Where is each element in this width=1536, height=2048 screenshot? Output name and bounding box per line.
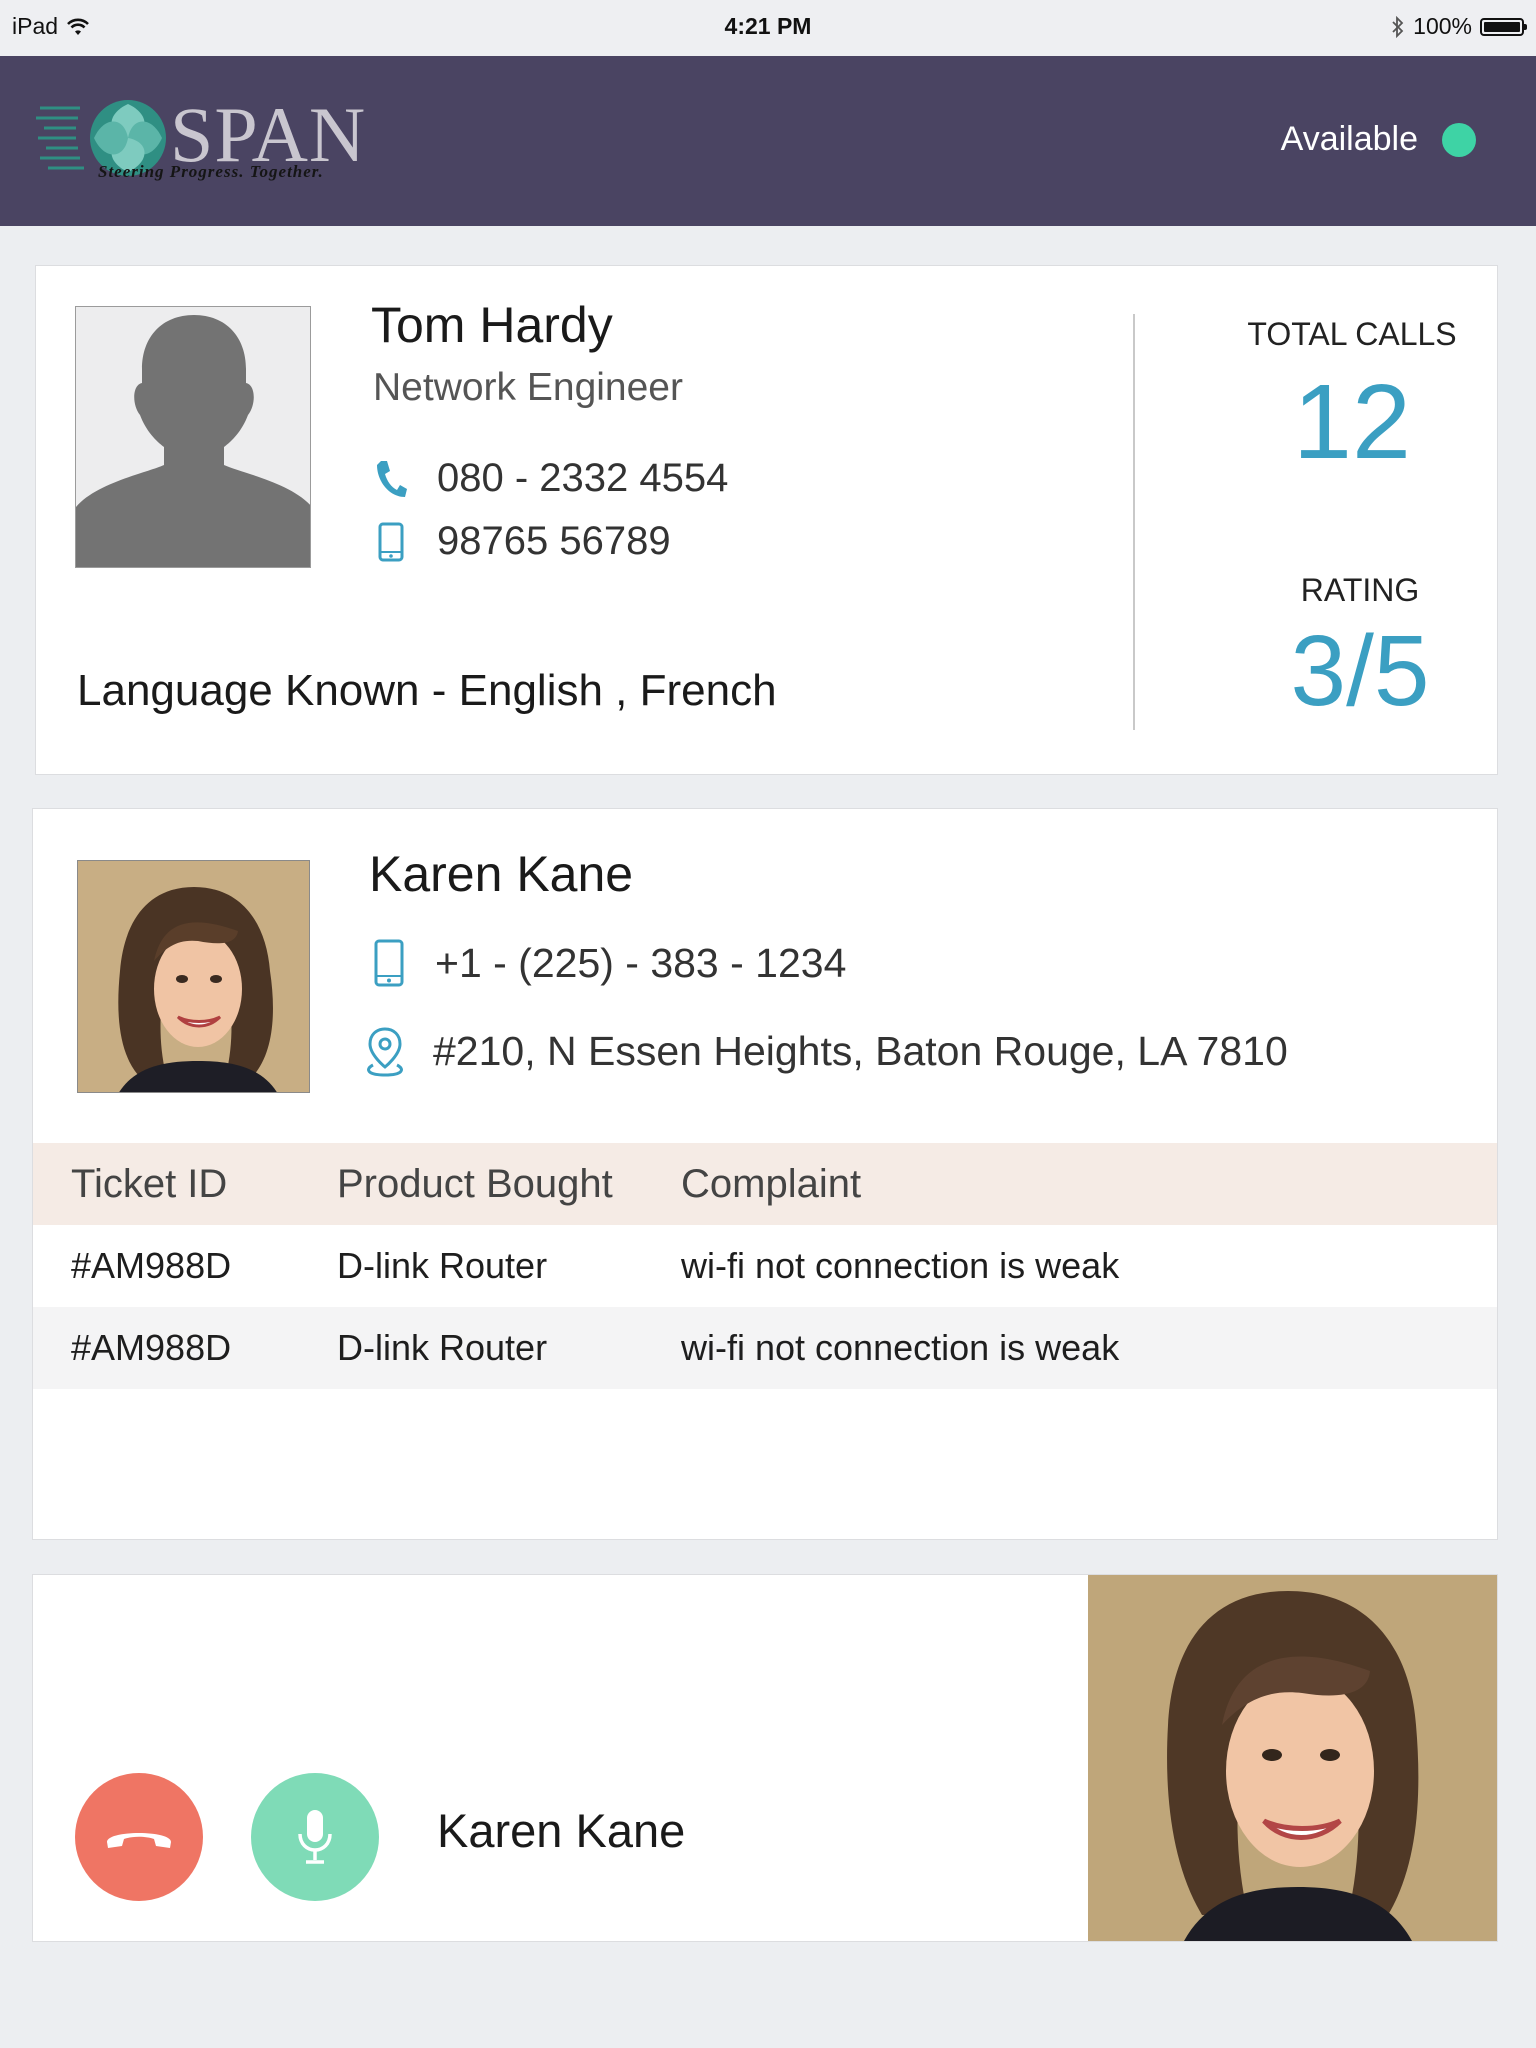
clock: 4:21 PM	[724, 13, 812, 39]
languages-known: Language Known - English , French	[77, 666, 777, 715]
product-cell: D-link Router	[337, 1245, 548, 1286]
customer-card: Karen Kane +1 - (225) - 383 - 1234 #210,…	[32, 808, 1498, 1540]
agent-card: Tom Hardy Network Engineer 080 - 2332 45…	[35, 265, 1498, 775]
table-header: Ticket ID Product Bought Complaint	[33, 1143, 1497, 1225]
product-cell: D-link Router	[337, 1327, 548, 1368]
agent-name: Tom Hardy	[371, 297, 613, 353]
customer-name: Karen Kane	[369, 846, 634, 902]
ticket-id-cell: #AM988D	[71, 1327, 232, 1368]
table-row[interactable]: #AM988D D-link Router wi-fi not connecti…	[33, 1225, 1497, 1307]
agent-role: Network Engineer	[373, 366, 683, 409]
header-complaint[interactable]: Complaint	[681, 1162, 1497, 1207]
span-logo: SPAN Steering Progress. Together.	[36, 90, 376, 190]
logo-tagline: Steering Progress. Together.	[98, 162, 324, 181]
agent-mobile: 98765 56789	[437, 519, 671, 563]
complaint-cell: wi-fi not connection is weak	[681, 1327, 1120, 1368]
battery-percent: 100%	[1413, 13, 1472, 39]
app-header: SPAN Steering Progress. Together. Availa…	[0, 56, 1536, 226]
customer-phone-row[interactable]: +1 - (225) - 383 - 1234	[369, 939, 846, 987]
status-dot-icon	[1442, 122, 1476, 157]
ticket-id-cell: #AM988D	[71, 1245, 232, 1286]
caller-portrait-icon	[1088, 1575, 1497, 1941]
stats-divider	[1133, 314, 1135, 730]
availability-label: Available	[1280, 120, 1418, 158]
table-row[interactable]: #AM988D D-link Router wi-fi not connecti…	[33, 1307, 1497, 1389]
active-call-card: Karen Kane	[32, 1574, 1498, 1942]
customer-address: #210, N Essen Heights, Baton Rouge, LA 7…	[433, 1027, 1288, 1074]
agent-phone: 080 - 2332 4554	[437, 456, 729, 500]
rating-value: 3/5	[1290, 615, 1430, 727]
header-product[interactable]: Product Bought	[303, 1162, 681, 1207]
status-bar: iPad 4:21 PM 100%	[0, 0, 1536, 56]
agent-avatar	[75, 306, 311, 568]
customer-photo	[77, 860, 310, 1093]
hangup-icon	[107, 1833, 171, 1848]
caller-video	[1088, 1575, 1497, 1941]
mobile-icon	[378, 522, 404, 561]
customer-portrait-icon	[78, 861, 309, 1092]
agent-phone-row[interactable]: 080 - 2332 4554	[371, 456, 728, 501]
rating-label: RATING	[1300, 572, 1420, 608]
customer-address-row[interactable]: #210, N Essen Heights, Baton Rouge, LA 7…	[359, 1025, 1288, 1077]
customer-phone: +1 - (225) - 383 - 1234	[435, 939, 847, 986]
mobile-icon	[374, 939, 404, 987]
microphone-icon	[298, 1810, 332, 1864]
bluetooth-icon	[1392, 15, 1404, 38]
person-silhouette-icon	[76, 315, 310, 567]
caller-name: Karen Kane	[437, 1804, 686, 1857]
total-calls-label: TOTAL CALLS	[1247, 316, 1457, 352]
availability-toggle[interactable]: Available	[1281, 120, 1476, 159]
phone-icon	[377, 460, 407, 497]
header-ticket-id[interactable]: Ticket ID	[33, 1162, 303, 1207]
mute-button[interactable]	[251, 1773, 379, 1901]
agent-mobile-row[interactable]: 98765 56789	[371, 519, 671, 564]
hangup-button[interactable]	[75, 1773, 203, 1901]
location-pin-icon	[367, 1027, 403, 1077]
complaint-cell: wi-fi not connection is weak	[681, 1245, 1120, 1286]
battery-icon	[1480, 17, 1527, 36]
tickets-table: Ticket ID Product Bought Complaint #AM98…	[33, 1143, 1497, 1389]
total-calls-value: 12	[1293, 363, 1411, 481]
